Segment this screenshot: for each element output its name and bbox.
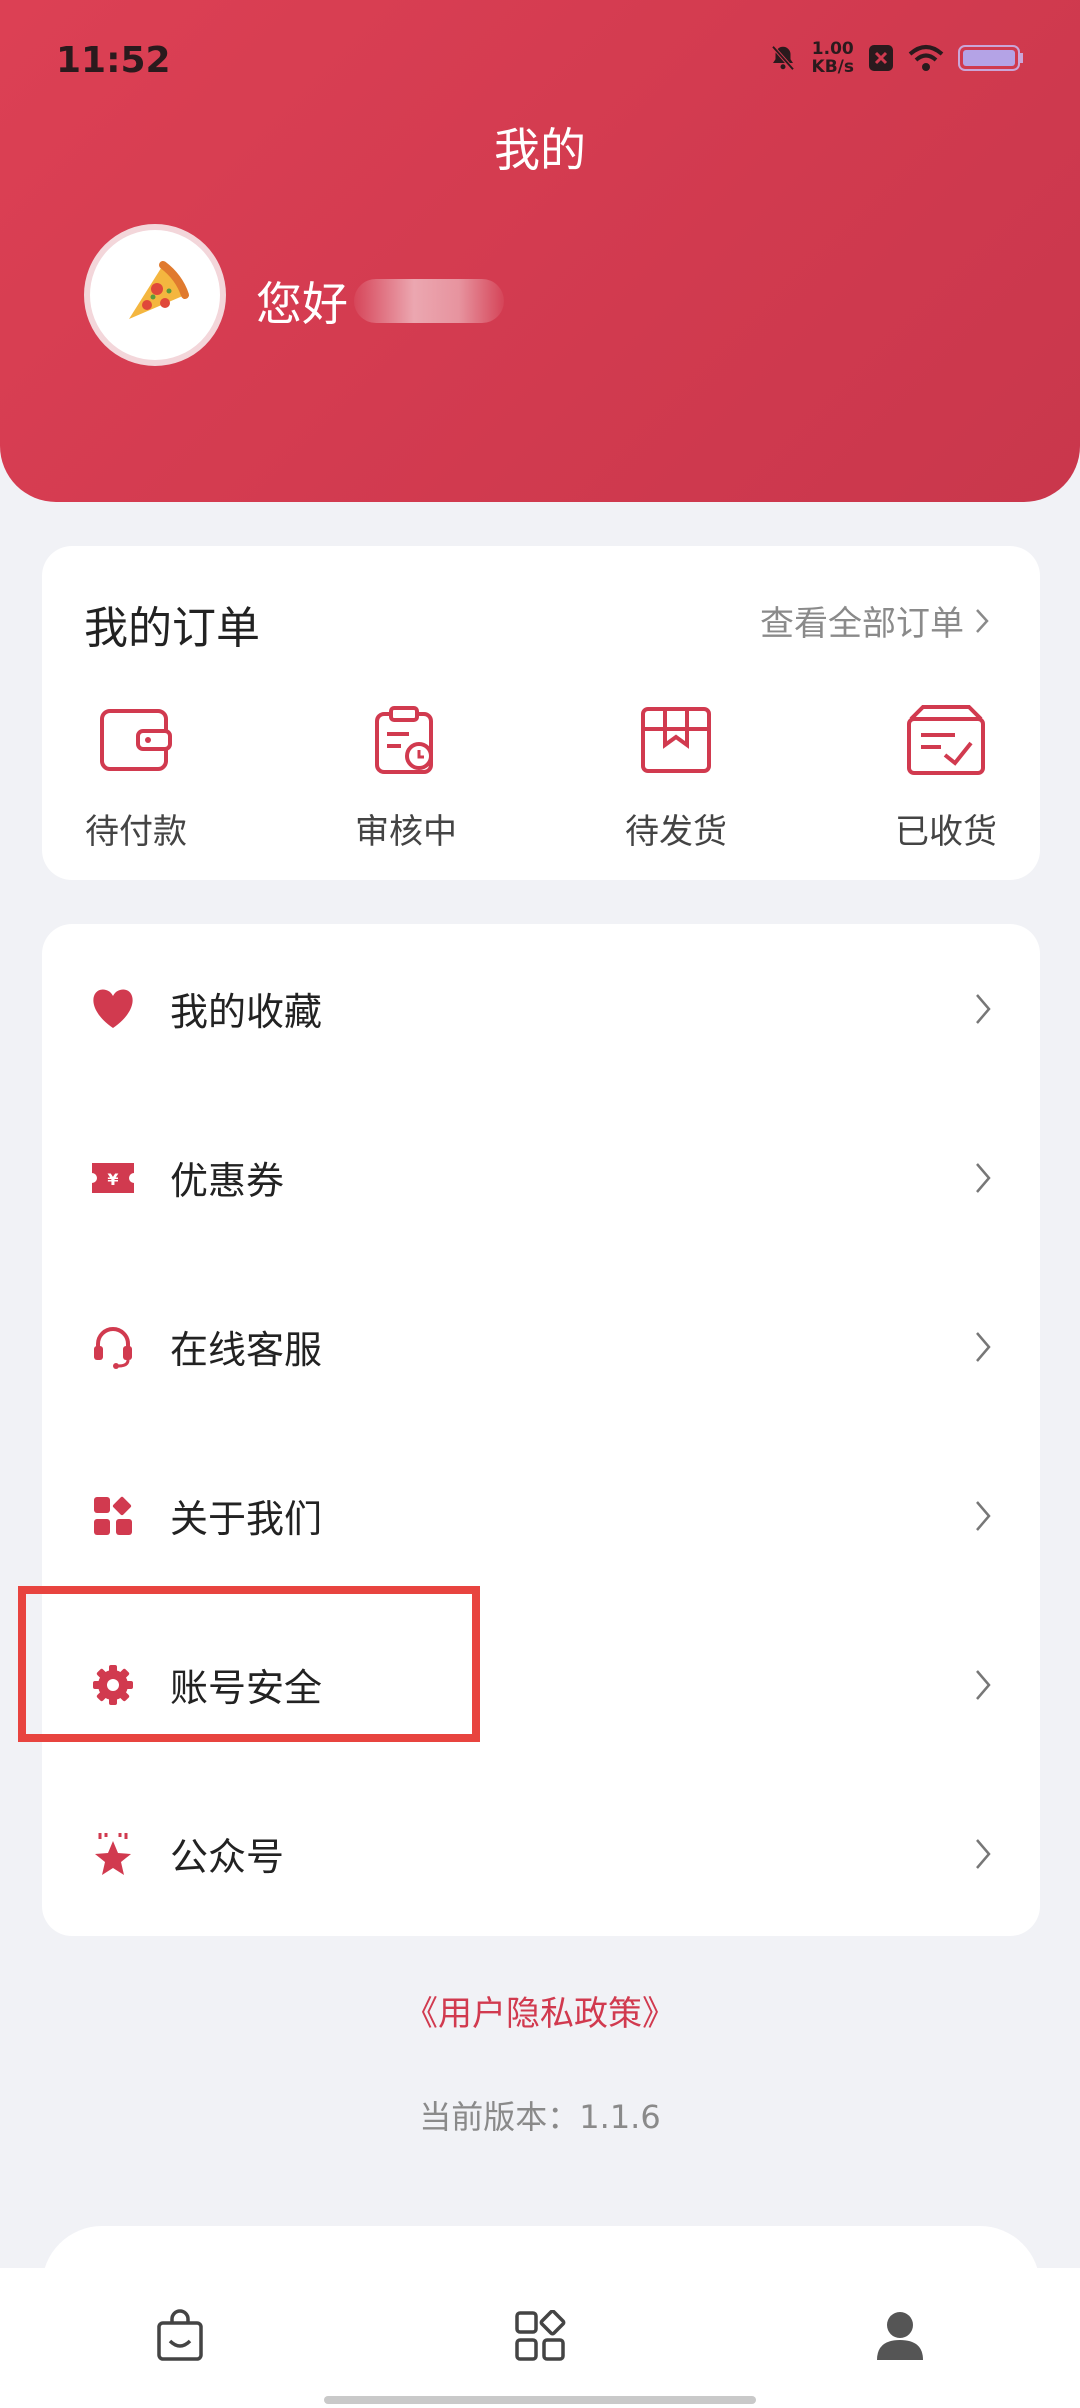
highlight-box bbox=[18, 1586, 480, 1742]
menu-item-about-us[interactable]: 关于我们 bbox=[42, 1431, 1040, 1600]
menu-item-label: 公众号 bbox=[170, 1835, 285, 1879]
chevron-right-icon bbox=[976, 608, 989, 633]
wallet-icon bbox=[98, 705, 174, 779]
menu-item-favorites[interactable]: 我的收藏 bbox=[42, 924, 1040, 1093]
menu-item-official-account[interactable]: 公众号 bbox=[42, 1769, 1040, 1938]
menu-item-label: 关于我们 bbox=[170, 1497, 323, 1541]
profile-header: 11:52 1.00 KB/s 我的 您好 bbox=[0, 0, 1080, 502]
received-box-icon bbox=[905, 703, 987, 781]
menu-card: 我的收藏 ¥ 优惠券 在线客服 关于我们 账号安全 公众号 bbox=[42, 924, 1040, 1936]
order-pending-payment[interactable]: 待付款 bbox=[46, 702, 226, 853]
order-awaiting-shipment[interactable]: 待发货 bbox=[586, 702, 766, 853]
order-under-review[interactable]: 审核中 bbox=[316, 702, 496, 853]
menu-item-customer-service[interactable]: 在线客服 bbox=[42, 1262, 1040, 1431]
chevron-right-icon bbox=[976, 1500, 991, 1531]
pizza-icon bbox=[119, 257, 191, 333]
chevron-right-icon bbox=[976, 1331, 991, 1362]
menu-item-label: 优惠券 bbox=[170, 1159, 285, 1203]
menu-item-coupons[interactable]: ¥ 优惠券 bbox=[42, 1093, 1040, 1262]
battery-icon bbox=[958, 44, 1024, 72]
my-orders-card: 我的订单 查看全部订单 待付款 审核中 待发货 已收货 bbox=[42, 546, 1040, 880]
tab-profile[interactable] bbox=[870, 2308, 930, 2368]
mute-bell-icon bbox=[768, 43, 798, 73]
order-received[interactable]: 已收货 bbox=[856, 702, 1036, 853]
chevron-right-icon bbox=[976, 1838, 991, 1869]
greeting-text: 您好 bbox=[256, 277, 348, 331]
net-speed-unit: KB/s bbox=[811, 57, 854, 77]
status-bar: 11:52 1.00 KB/s bbox=[0, 0, 1080, 128]
category-icon bbox=[514, 2309, 566, 2366]
app-version: 当前版本：1.1.6 bbox=[419, 2098, 661, 2136]
greeting: 您好 bbox=[256, 268, 504, 334]
net-speed-value: 1.00 bbox=[811, 39, 854, 59]
chevron-right-icon bbox=[976, 1162, 991, 1193]
order-label: 已收货 bbox=[895, 812, 997, 852]
status-time: 11:52 bbox=[56, 40, 171, 81]
svg-text:¥: ¥ bbox=[107, 1170, 118, 1189]
coupon-icon: ¥ bbox=[88, 1153, 138, 1203]
view-all-orders-label: 查看全部订单 bbox=[760, 604, 964, 644]
tab-category[interactable] bbox=[510, 2308, 570, 2368]
avatar[interactable] bbox=[84, 224, 226, 366]
shopping-bag-icon bbox=[155, 2309, 205, 2367]
order-label: 审核中 bbox=[355, 812, 457, 852]
tab-shop[interactable] bbox=[150, 2308, 210, 2368]
page-title: 我的 bbox=[494, 123, 586, 177]
order-label: 待付款 bbox=[85, 812, 187, 852]
status-icons: 1.00 KB/s bbox=[768, 40, 1024, 76]
orders-title: 我的订单 bbox=[84, 603, 260, 654]
view-all-orders-link[interactable]: 查看全部订单 bbox=[760, 596, 990, 645]
network-speed: 1.00 KB/s bbox=[812, 40, 854, 76]
privacy-policy-link[interactable]: 《用户隐私政策》 bbox=[0, 1986, 1080, 2035]
chevron-right-icon bbox=[976, 1669, 991, 1700]
order-label: 待发货 bbox=[625, 812, 727, 852]
bottom-tab-bar bbox=[0, 2268, 1080, 2408]
heart-icon bbox=[88, 984, 138, 1034]
headset-icon bbox=[88, 1322, 138, 1372]
package-icon bbox=[639, 705, 713, 779]
wifi-icon bbox=[908, 44, 944, 72]
chevron-right-icon bbox=[976, 993, 991, 1024]
sim-x-icon bbox=[868, 44, 894, 72]
home-indicator bbox=[324, 2396, 756, 2404]
menu-item-label: 我的收藏 bbox=[170, 990, 323, 1034]
clipboard-clock-icon bbox=[373, 704, 439, 780]
star-badge-icon bbox=[88, 1829, 138, 1879]
blurred-username bbox=[354, 279, 504, 323]
apps-icon bbox=[88, 1491, 138, 1541]
menu-item-label: 在线客服 bbox=[170, 1328, 323, 1372]
user-icon bbox=[875, 2310, 925, 2366]
